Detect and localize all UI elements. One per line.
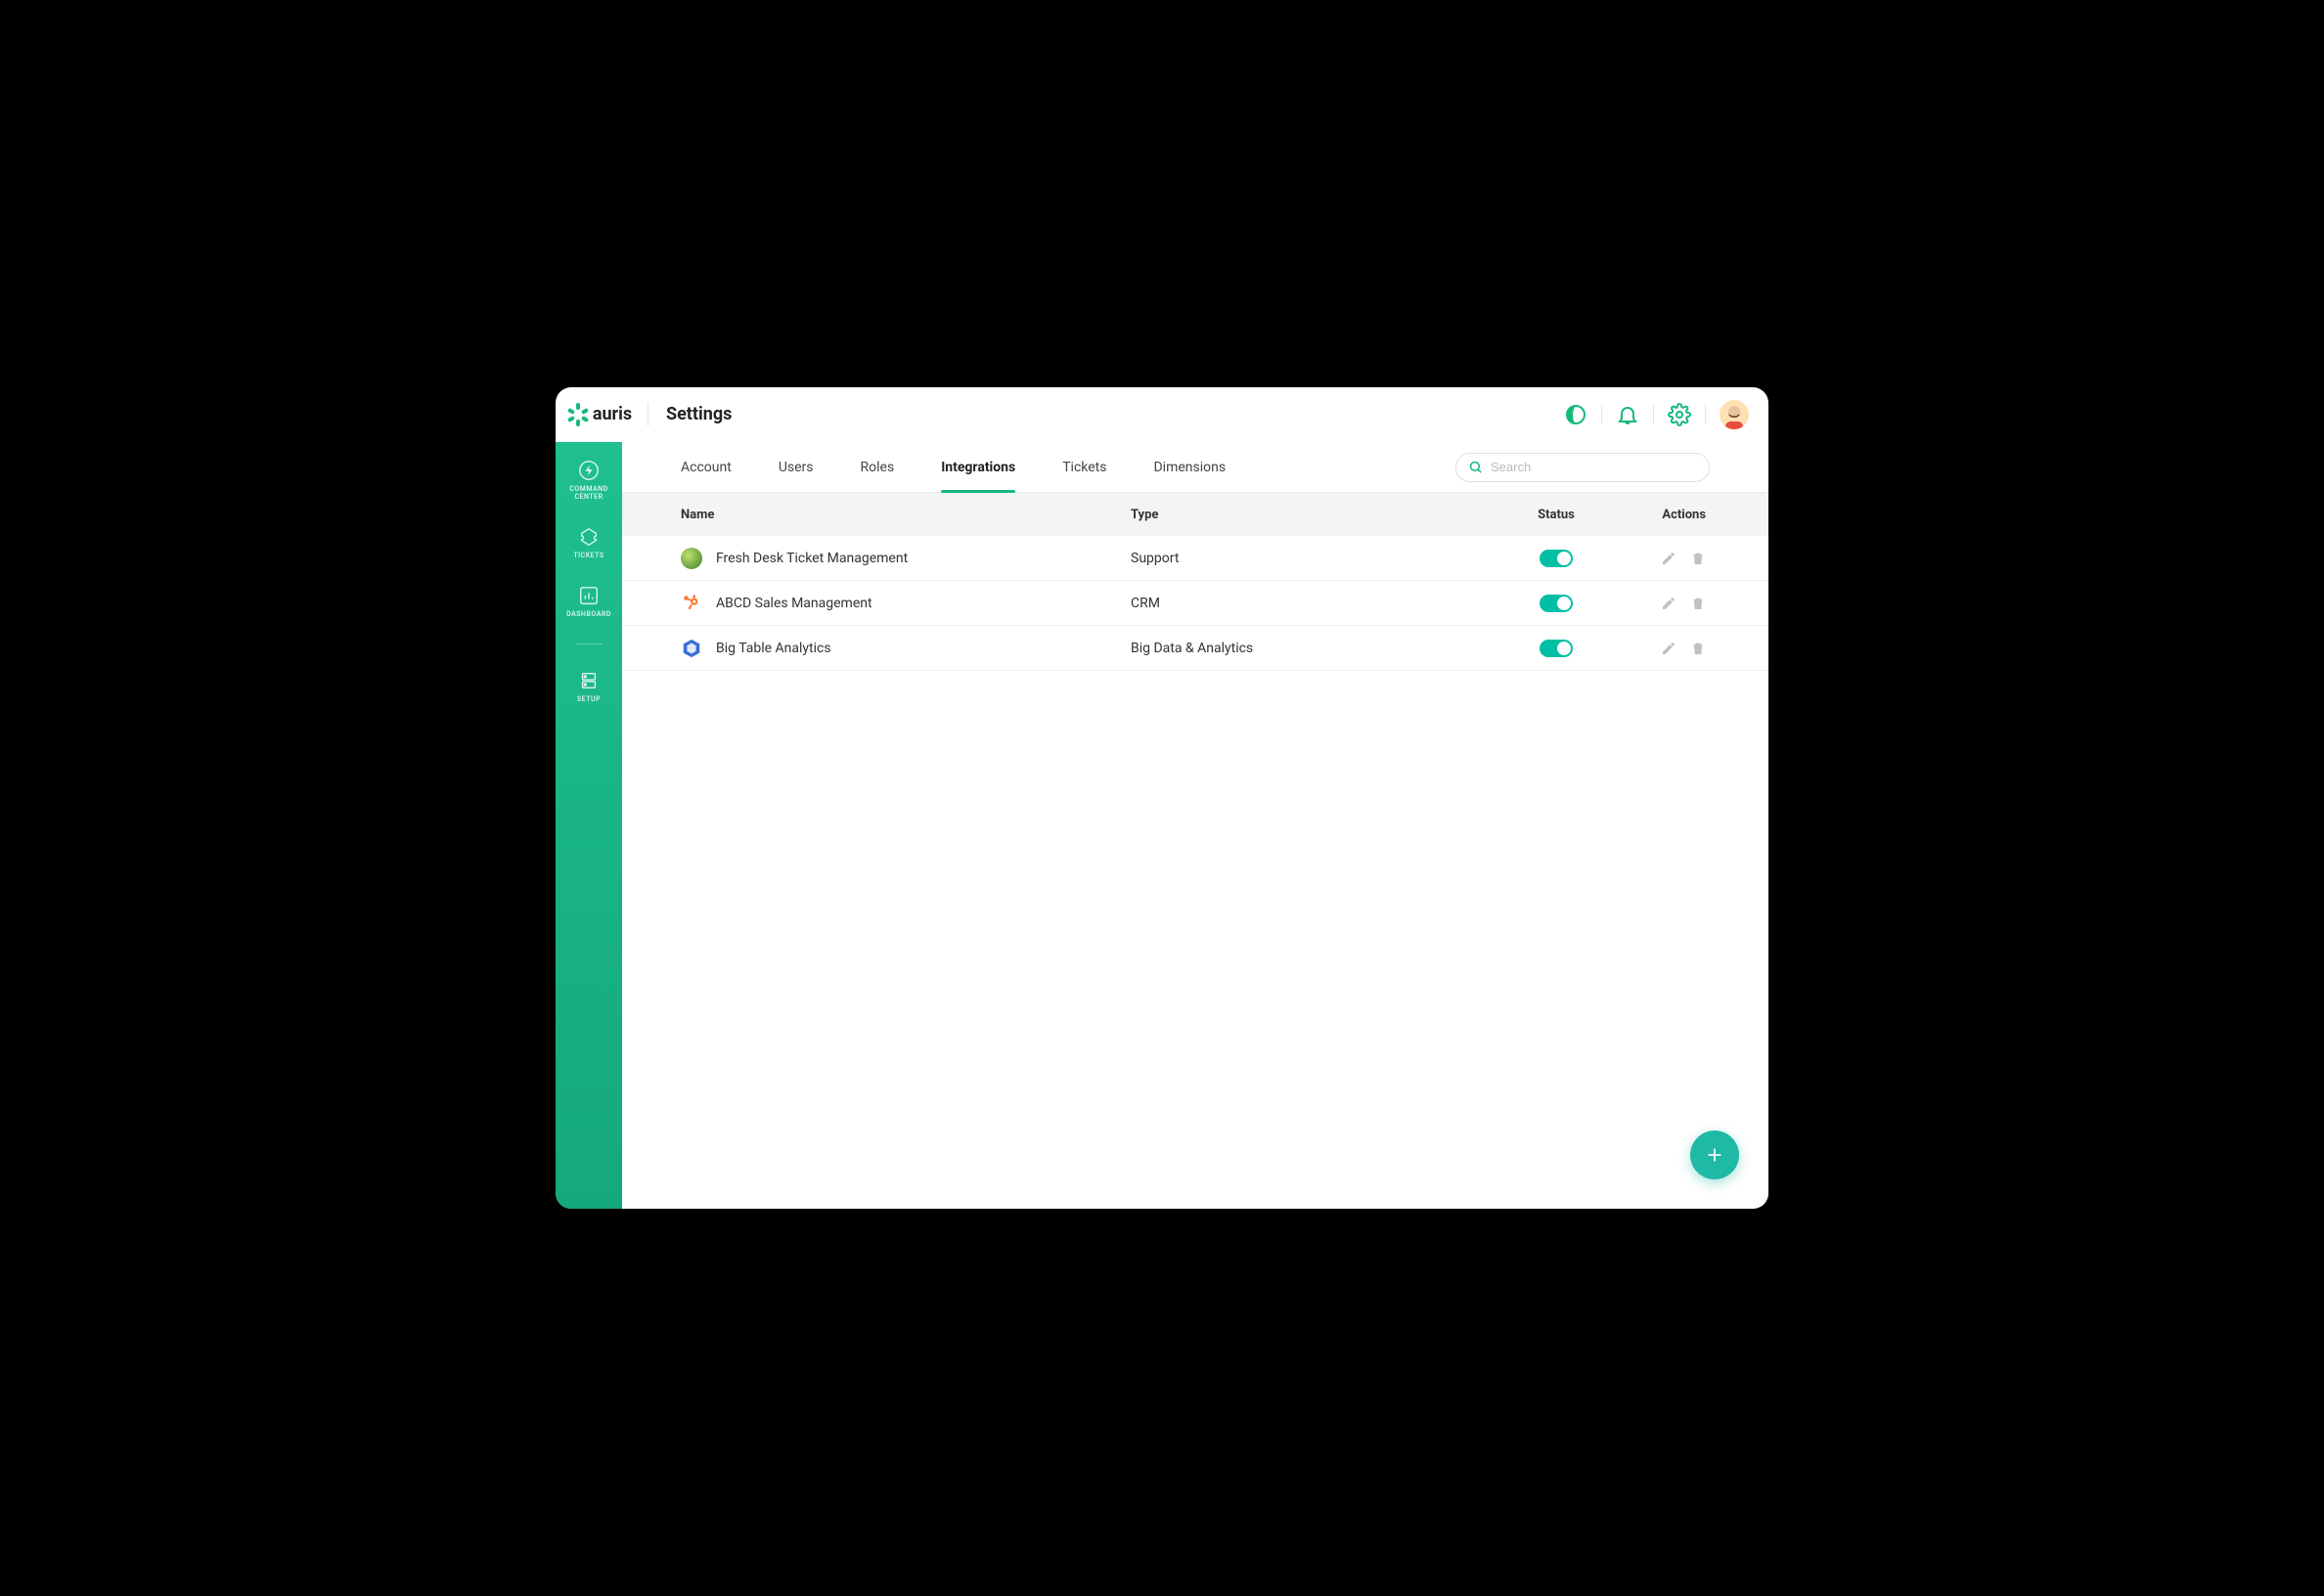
theme-toggle-button[interactable]: [1564, 403, 1587, 426]
edit-icon[interactable]: [1661, 641, 1676, 656]
integration-name: ABCD Sales Management: [716, 596, 872, 611]
edit-icon[interactable]: [1661, 551, 1676, 566]
bolt-circle-icon: [578, 460, 600, 481]
column-header-name: Name: [681, 508, 1131, 522]
settings-button[interactable]: [1668, 403, 1691, 426]
sidebar-item-command-center[interactable]: COMMAND CENTER: [556, 460, 622, 501]
sidebar-divider: [575, 643, 603, 644]
sidebar-item-label: COMMAND CENTER: [556, 485, 622, 501]
search-icon: [1468, 460, 1483, 474]
user-avatar[interactable]: [1720, 400, 1749, 429]
sidebar-item-dashboard[interactable]: DASHBOARD: [556, 585, 622, 618]
tab-roles[interactable]: Roles: [861, 442, 895, 492]
tab-tickets[interactable]: Tickets: [1062, 442, 1106, 492]
sidebar-item-setup[interactable]: SETUP: [556, 670, 622, 703]
moon-circle-icon: [1564, 403, 1587, 426]
table-row: Big Table Analytics Big Data & Analytics: [622, 626, 1768, 671]
integration-name: Fresh Desk Ticket Management: [716, 551, 908, 566]
server-icon: [578, 670, 600, 691]
integration-name: Big Table Analytics: [716, 641, 831, 656]
tab-account[interactable]: Account: [681, 442, 732, 492]
edit-icon[interactable]: [1661, 596, 1676, 611]
notifications-button[interactable]: [1616, 403, 1639, 426]
delete-icon[interactable]: [1690, 596, 1706, 611]
avatar-icon: [1720, 400, 1749, 429]
table-row: ABCD Sales Management CRM: [622, 581, 1768, 626]
header-separator: [1601, 405, 1602, 424]
sidebar-item-label: DASHBOARD: [566, 610, 611, 618]
bell-icon: [1616, 403, 1639, 426]
header-separator: [1653, 405, 1654, 424]
sidebar-item-tickets[interactable]: TICKETS: [556, 526, 622, 559]
ticket-icon: [578, 526, 600, 548]
delete-icon[interactable]: [1690, 551, 1706, 566]
table-row: Fresh Desk Ticket Management Support: [622, 536, 1768, 581]
plus-icon: [1704, 1144, 1725, 1166]
page-title: Settings: [666, 404, 732, 424]
top-header: auris Settings: [556, 387, 1768, 442]
add-integration-fab[interactable]: [1690, 1130, 1739, 1179]
integrations-table: Name Type Status Actions Fresh Desk Tick…: [622, 493, 1768, 1209]
app-body: COMMAND CENTER TICKETS DASHBOARD: [556, 442, 1768, 1209]
brand-name: auris: [593, 404, 632, 424]
main-content: Account Users Roles Integrations Tickets…: [622, 442, 1768, 1209]
status-toggle[interactable]: [1540, 550, 1573, 567]
chart-icon: [578, 585, 600, 606]
brand-logo[interactable]: auris: [556, 404, 644, 425]
tabs-bar: Account Users Roles Integrations Tickets…: [622, 442, 1768, 493]
column-header-status: Status: [1483, 508, 1630, 522]
column-header-actions: Actions: [1630, 508, 1710, 522]
integration-type: Support: [1131, 551, 1483, 566]
bigtable-icon: [681, 638, 702, 659]
integration-type: CRM: [1131, 596, 1483, 611]
app-window: auris Settings: [556, 387, 1768, 1209]
column-header-type: Type: [1131, 508, 1483, 522]
header-actions: [1564, 400, 1749, 429]
search-box[interactable]: [1455, 453, 1710, 482]
tab-dimensions[interactable]: Dimensions: [1153, 442, 1226, 492]
hubspot-icon: [681, 593, 702, 614]
gear-icon: [1668, 403, 1691, 426]
sidebar-item-label: TICKETS: [573, 552, 603, 559]
brand-mark-icon: [567, 404, 589, 425]
tab-users[interactable]: Users: [779, 442, 814, 492]
integration-type: Big Data & Analytics: [1131, 641, 1483, 656]
sidebar-item-label: SETUP: [577, 695, 601, 703]
header-separator: [1705, 405, 1706, 424]
status-toggle[interactable]: [1540, 640, 1573, 657]
status-toggle[interactable]: [1540, 595, 1573, 612]
search-input[interactable]: [1491, 460, 1697, 474]
delete-icon[interactable]: [1690, 641, 1706, 656]
tab-integrations[interactable]: Integrations: [941, 442, 1015, 492]
freshdesk-icon: [681, 548, 702, 569]
left-sidebar: COMMAND CENTER TICKETS DASHBOARD: [556, 442, 622, 1209]
table-header-row: Name Type Status Actions: [622, 493, 1768, 536]
